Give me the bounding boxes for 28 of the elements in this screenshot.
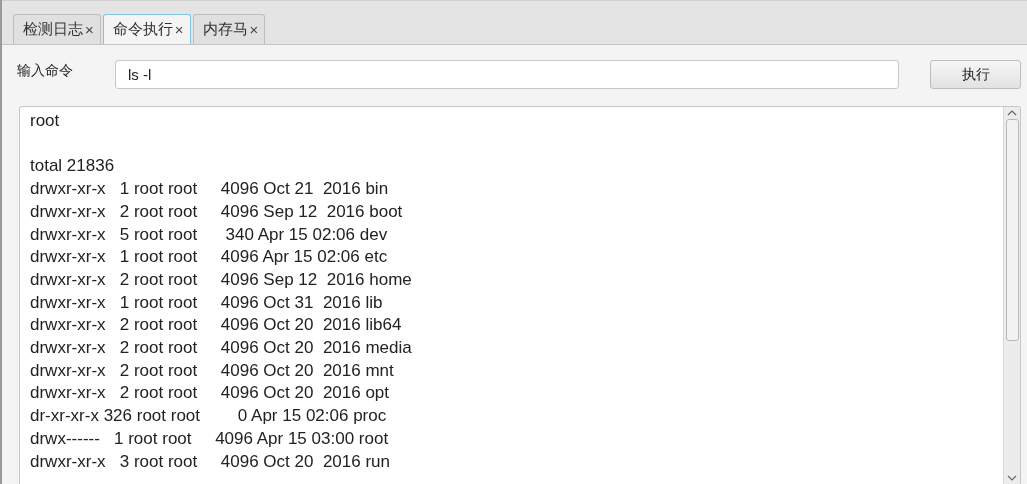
close-icon[interactable]: × <box>174 21 184 38</box>
output-line: drwxr-xr-x 1 root root 4096 Oct 21 2016 bin <box>30 178 390 201</box>
output-line: drwxr-xr-x 5 root root 340 Apr 15 02:06 dev <box>30 223 389 246</box>
command-label: 输入命令 <box>17 61 74 80</box>
command-input-field[interactable]: ls -l <box>115 60 899 89</box>
tab[interactable]: 检测日志× <box>13 14 101 44</box>
output-line: drwxr-xr-x 2 root root 4096 Oct 20 2016 opt <box>30 382 391 405</box>
output-line: drwxr-xr-x 3 root root 4096 Oct 20 2016 run <box>30 450 391 473</box>
execute-button[interactable]: 执行 <box>930 60 1021 89</box>
output-line: drwxr-xr-x 2 root root 4096 Oct 20 2016 mnt <box>30 359 395 382</box>
output-line: dr-xr-xr-x 326 root root 0 Apr 15 02:06 proc <box>30 405 388 428</box>
scroll-down-icon[interactable] <box>1007 475 1017 481</box>
output-line: drwxr-xr-x 1 root root 4096 Oct 31 2016 lib <box>30 291 384 314</box>
scrollbar-thumb[interactable] <box>1005 119 1019 341</box>
output-line: root <box>30 110 61 132</box>
output-line: drwx------ 1 root root 4096 Apr 15 03:00 root <box>30 427 390 450</box>
close-icon[interactable]: × <box>85 21 94 38</box>
tab[interactable]: 命令执行× <box>102 14 191 44</box>
output-line: drwxr-xr-x 2 root root 4096 Oct 20 2016 lib64 <box>30 314 403 337</box>
output-line: total 21836 <box>30 155 116 178</box>
close-icon[interactable]: × <box>249 21 259 38</box>
output-line: drwxr-xr-x 2 root root 4096 Sep 12 2016 home <box>30 268 413 291</box>
output-line: drwxr-xr-x 1 root root 4096 Apr 15 02:06 etc <box>30 246 389 269</box>
tab[interactable]: 内存马× <box>192 14 266 44</box>
output-line: drwxr-xr-x 2 root root 4096 Oct 20 2016 media <box>30 337 413 359</box>
scroll-up-icon[interactable] <box>1007 110 1017 116</box>
vertical-scrollbar[interactable] <box>1003 107 1020 484</box>
output-line: drwxr-xr-x 2 root root 4096 Sep 12 2016 boot <box>30 200 404 223</box>
